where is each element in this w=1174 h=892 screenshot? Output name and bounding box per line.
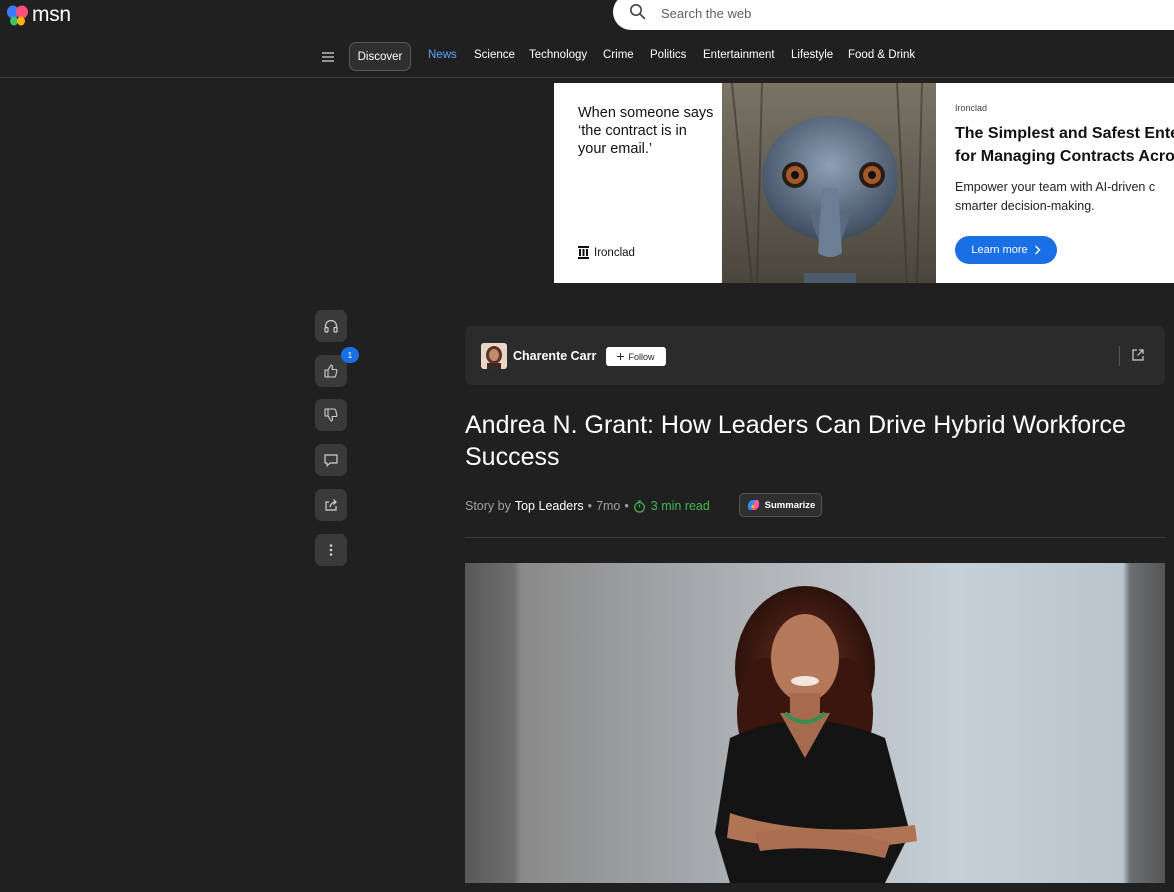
search-icon <box>630 4 646 20</box>
ironclad-logo-icon <box>578 246 589 259</box>
author-avatar[interactable] <box>481 343 507 369</box>
article-hero-photo <box>465 563 1165 883</box>
byline: Story by Top Leaders • 7mo • 3 min read <box>465 497 710 515</box>
like-count-badge: 1 <box>341 347 359 363</box>
copilot-icon <box>747 500 759 510</box>
ad-headline-line1: The Simplest and Safest Ente <box>955 125 1174 142</box>
plus-icon <box>617 353 625 360</box>
more-icon <box>329 544 333 556</box>
summarize-label: Summarize <box>764 499 816 511</box>
listen-button[interactable] <box>315 310 347 342</box>
publisher-link[interactable]: Top Leaders <box>515 499 584 513</box>
nav-food-drink[interactable]: Food & Drink <box>848 49 915 61</box>
hamburger-menu-icon[interactable] <box>320 49 336 65</box>
ad-body-line1: Empower your team with AI-driven c <box>955 180 1156 194</box>
follow-label: Follow <box>628 351 655 362</box>
ad-tagline: When someone says ‘the contract is in yo… <box>578 105 714 157</box>
ad-body-line2: smarter decision-making. <box>955 199 1095 213</box>
avatar-image <box>481 343 507 369</box>
article-title: Andrea N. Grant: How Leaders Can Drive H… <box>465 411 1126 471</box>
article-age: 7mo <box>596 499 621 513</box>
nav-news[interactable]: News <box>428 49 457 61</box>
search-input[interactable] <box>659 2 1059 24</box>
learn-more-label: Learn more <box>971 244 1028 256</box>
logo-text: msn <box>32 3 71 26</box>
ad-headline: The Simplest and Safest Ente for Managin… <box>955 122 1174 168</box>
follow-button[interactable]: Follow <box>606 347 666 366</box>
ad-copy-panel: Ironclad The Simplest and Safest Ente fo… <box>936 83 1174 283</box>
ad-headline-line2: for Managing Contracts Acro <box>955 148 1174 165</box>
dislike-button[interactable] <box>315 399 347 431</box>
ad-sponsor: Ironclad <box>955 103 988 113</box>
author-name[interactable]: Charente Carr <box>513 349 596 363</box>
headphones-icon <box>324 319 338 333</box>
card-divider <box>1119 346 1120 366</box>
nav-science[interactable]: Science <box>474 49 515 61</box>
thumbs-down-icon <box>324 408 338 422</box>
learn-more-button[interactable]: Learn more <box>955 236 1057 264</box>
nav-technology[interactable]: Technology <box>529 49 587 61</box>
ad-brand-name: Ironclad <box>594 246 635 259</box>
read-time: 3 min read <box>633 499 710 513</box>
emu-photo <box>722 83 936 283</box>
author-card: Charente Carr Follow <box>465 326 1165 385</box>
more-options-button[interactable] <box>315 534 347 566</box>
read-time-label: 3 min read <box>650 499 710 513</box>
comment-button[interactable] <box>315 444 347 476</box>
chevron-right-icon <box>1034 245 1041 255</box>
top-bar: msn <box>0 0 1174 34</box>
msn-logo[interactable]: msn <box>6 2 71 28</box>
nav-crime[interactable]: Crime <box>603 49 634 61</box>
search-box[interactable] <box>613 0 1174 30</box>
butterfly-logo-icon <box>7 5 28 26</box>
share-icon <box>325 499 337 511</box>
nav-discover[interactable]: Discover <box>349 42 411 71</box>
nav-entertainment[interactable]: Entertainment <box>703 49 775 61</box>
comment-icon <box>324 454 338 467</box>
ad-brand-logo: Ironclad <box>578 246 635 259</box>
separator-dot: • <box>624 499 629 513</box>
story-by-label: Story by <box>465 499 511 513</box>
open-external-icon[interactable] <box>1131 348 1145 362</box>
sponsored-ad[interactable]: When someone says ‘the contract is in yo… <box>554 83 1174 283</box>
summarize-button[interactable]: Summarize <box>739 493 822 517</box>
timer-icon <box>633 499 645 513</box>
ad-body: Empower your team with AI-driven c smart… <box>955 178 1174 216</box>
separator-dot: • <box>587 499 593 513</box>
thumbs-up-icon <box>324 364 338 378</box>
nav-lifestyle[interactable]: Lifestyle <box>791 49 833 61</box>
ad-text-panel: When someone says ‘the contract is in yo… <box>554 83 722 283</box>
share-button[interactable] <box>315 489 347 521</box>
article-divider <box>465 537 1165 538</box>
category-nav: Discover News Science Technology Crime P… <box>0 40 1174 78</box>
nav-politics[interactable]: Politics <box>650 49 686 61</box>
